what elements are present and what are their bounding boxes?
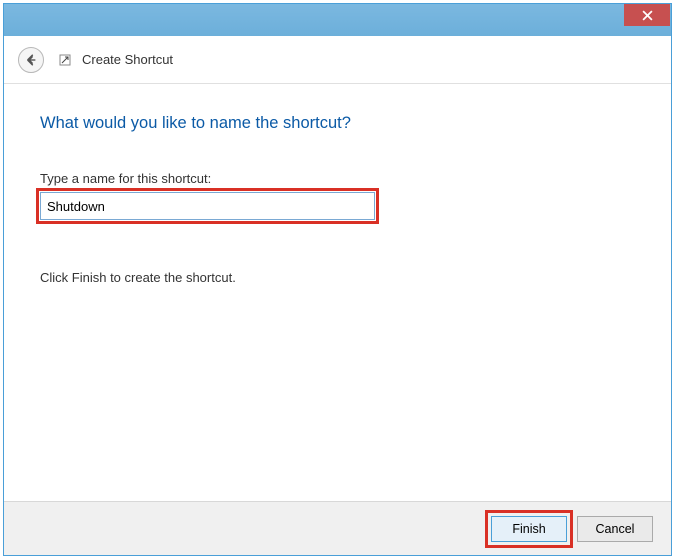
- close-icon: [642, 10, 653, 21]
- cancel-button[interactable]: Cancel: [577, 516, 653, 542]
- instruction-text: Click Finish to create the shortcut.: [40, 270, 635, 285]
- close-button[interactable]: [624, 4, 670, 26]
- shortcut-icon: [58, 53, 72, 67]
- page-heading: What would you like to name the shortcut…: [40, 114, 635, 133]
- header-title: Create Shortcut: [82, 52, 173, 67]
- cancel-button-label: Cancel: [596, 522, 635, 536]
- shortcut-name-label: Type a name for this shortcut:: [40, 171, 635, 186]
- back-button[interactable]: [18, 47, 44, 73]
- content-area: What would you like to name the shortcut…: [4, 84, 671, 501]
- dialog-window: Create Shortcut What would you like to n…: [3, 3, 672, 556]
- finish-button-wrap: Finish: [491, 516, 567, 542]
- finish-button-label: Finish: [512, 522, 545, 536]
- footer-bar: Finish Cancel: [4, 501, 671, 555]
- titlebar: [4, 4, 671, 36]
- input-container: [40, 192, 375, 220]
- header-bar: Create Shortcut: [4, 36, 671, 84]
- shortcut-name-input[interactable]: [40, 192, 375, 220]
- back-arrow-icon: [24, 53, 38, 67]
- finish-button[interactable]: Finish: [491, 516, 567, 542]
